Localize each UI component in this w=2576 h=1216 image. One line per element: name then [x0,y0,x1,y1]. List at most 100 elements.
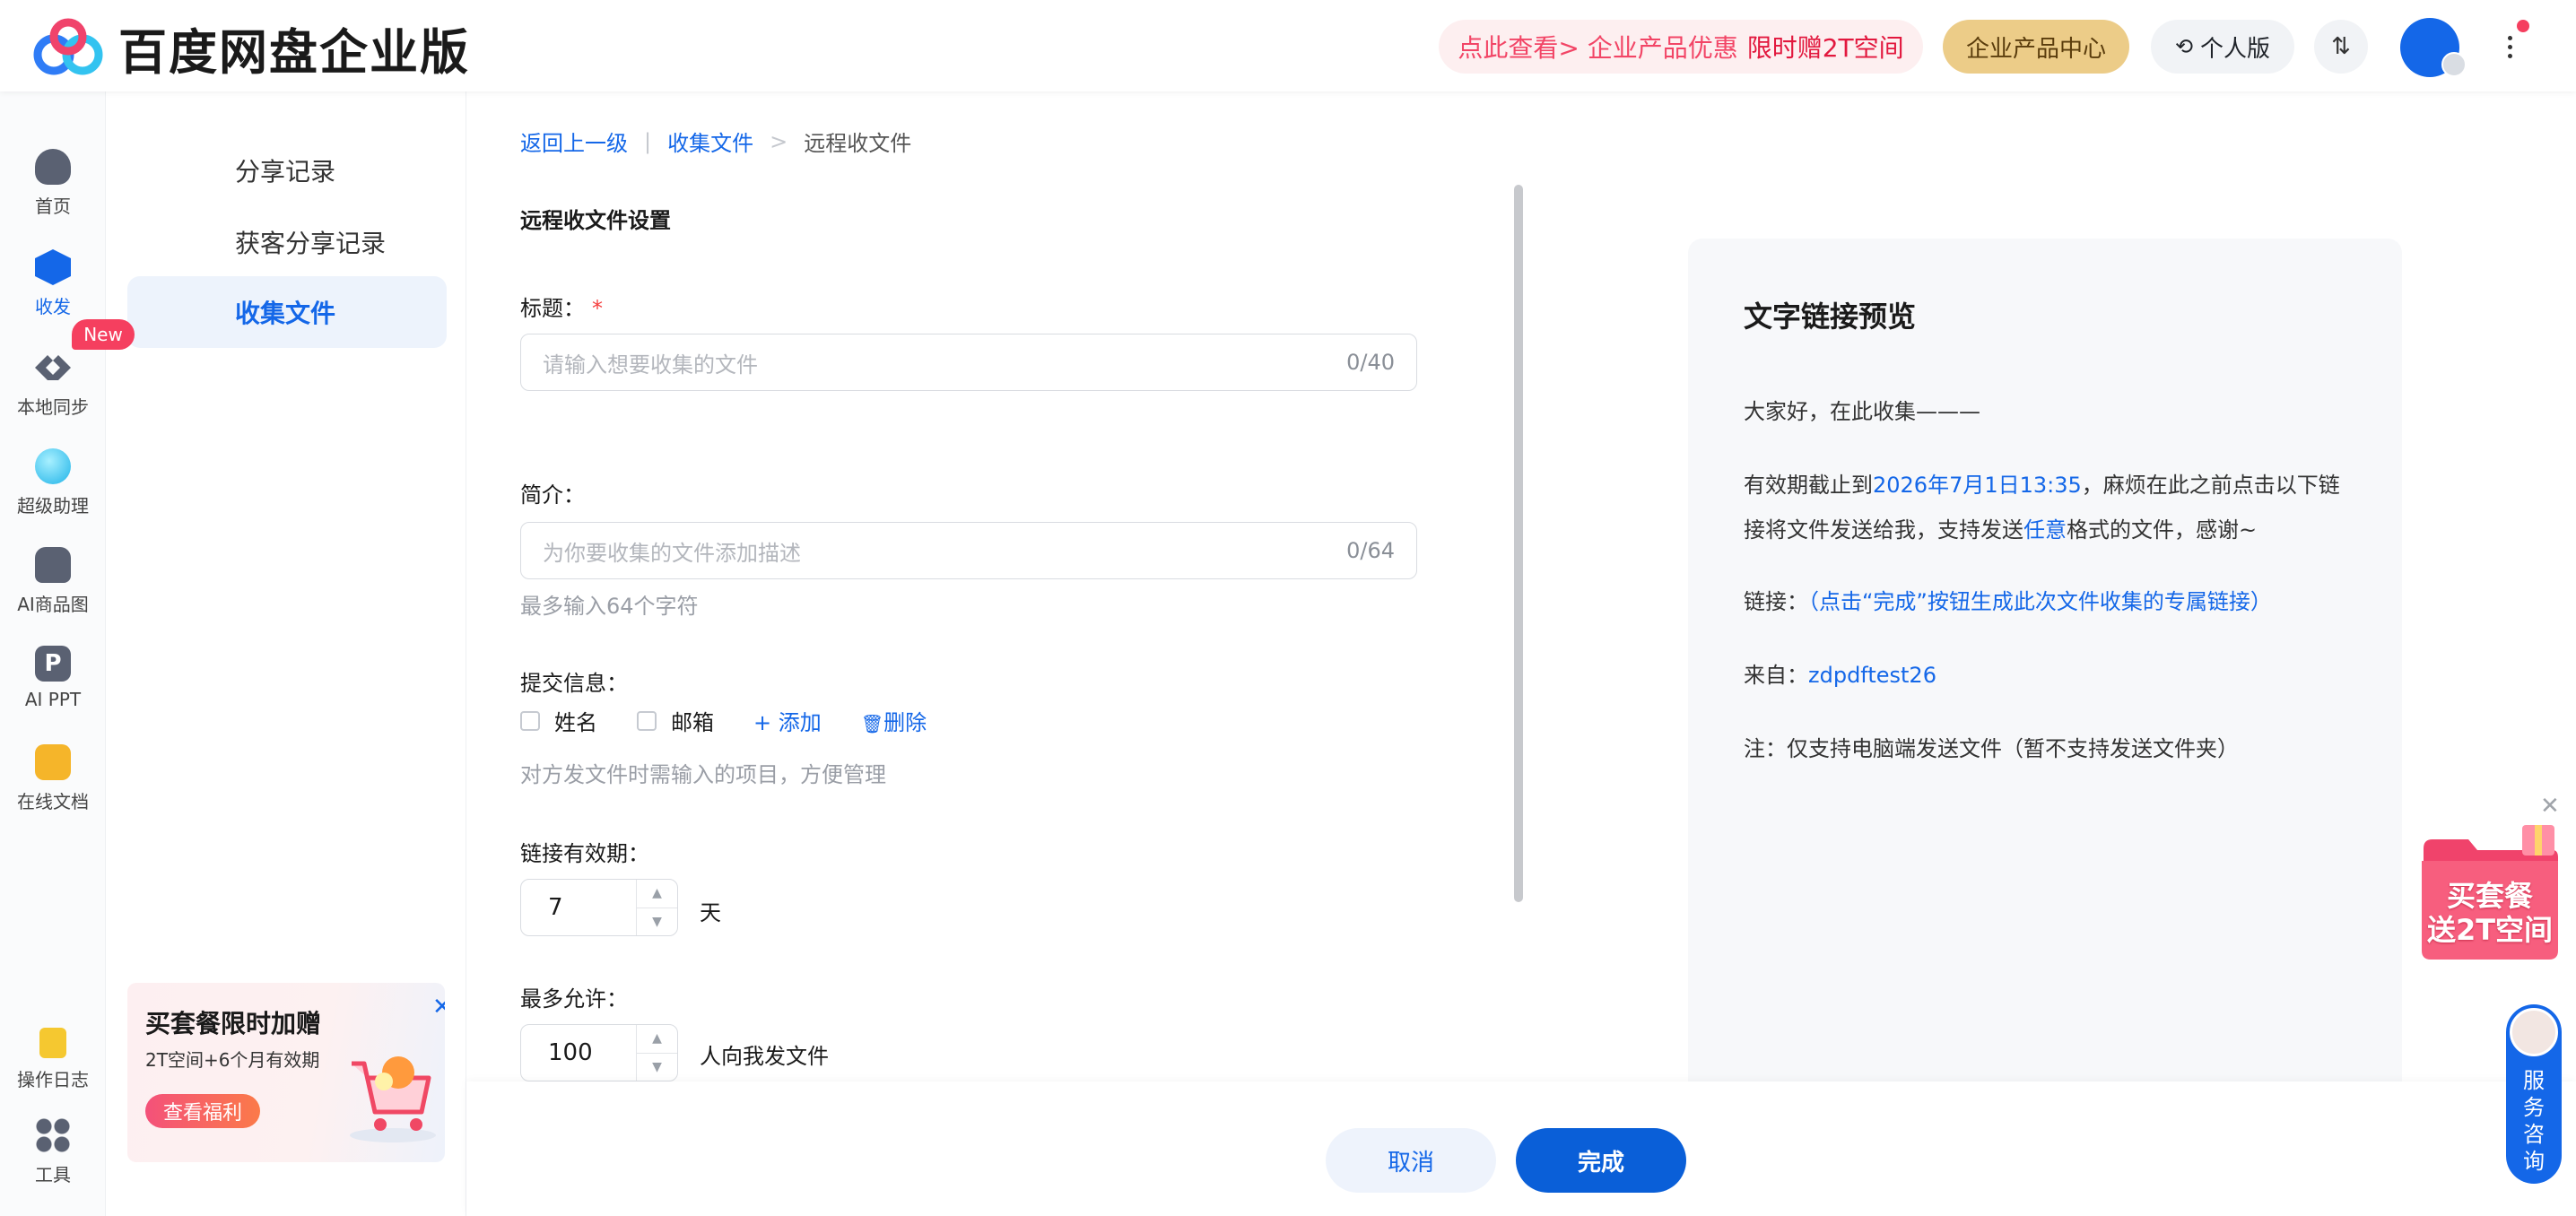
float-promo-line1: 买套餐 [2446,879,2533,913]
promo-card[interactable]: 买套餐限时加赠 2T空间+6个月有效期 查看福利 ✕ [127,983,445,1162]
increment-arrow-icon[interactable]: ▲ [637,880,677,908]
name-checkbox[interactable]: 姓名 [520,705,597,736]
promo-card-subtitle: 2T空间+6个月有效期 [145,1049,320,1071]
preview-expiry-line2-suffix: 格式的文件，感谢~ [2067,517,2258,543]
email-checkbox[interactable]: 邮箱 [637,705,714,736]
name-checkbox-label: 姓名 [554,710,597,735]
breadcrumb-parent-link[interactable]: 收集文件 [667,126,753,157]
expiry-stepper[interactable]: 7 ▲ ▼ [520,879,678,936]
decrement-arrow-icon[interactable]: ▼ [637,908,677,936]
title-field-label: 标题： * [520,291,603,322]
promo-banner-text: 点此查看> 企业产品优惠 [1458,33,1738,63]
transfer-icon [35,249,71,285]
increment-arrow-icon[interactable]: ▲ [637,1025,677,1054]
promo-card-close-icon[interactable]: ✕ [432,994,445,1021]
assistant-icon [35,448,71,484]
description-input[interactable]: 为你要收集的文件添加描述 0/64 [520,522,1417,579]
form-scrollbar[interactable] [1514,185,1523,902]
max-senders-value[interactable]: 100 [521,1025,636,1081]
promo-banner-hot: 限时赠2T空间 [1746,33,1904,63]
preview-from-label: 来自： [1744,663,1808,688]
promo-card-title: 买套餐限时加赠 [145,1009,322,1038]
preview-greeting: 大家好，在此收集——— [1744,399,1980,424]
promo-card-cta-button[interactable]: 查看福利 [145,1094,260,1128]
sub-item-share-records[interactable]: 分享记录 [127,135,447,206]
shopping-cart-icon [350,1056,436,1142]
left-nav: 首页 收发 本地同步 超级助理 AI商品图 P AI PPT 在线文档 操作日志… [0,91,106,1216]
preview-from-user: zdpdftest26 [1808,663,1936,688]
expiry-label: 链接有效期： [520,841,649,866]
nav-label: 在线文档 [17,791,89,812]
description-input-placeholder: 为你要收集的文件添加描述 [543,540,801,566]
max-senders-label: 最多允许： [520,986,628,1012]
switch-icon: ⟲ [2174,34,2194,59]
submit-info-label: 提交信息： [520,671,628,696]
sync-icon [35,355,71,380]
preview-link: 链接：（点击“完成”按钮生成此次文件收集的专属链接） [1744,579,2371,624]
nav-item-transfer[interactable]: 收发 [0,249,106,318]
log-icon [39,1028,66,1058]
nav-item-ai-image[interactable]: AI商品图 [0,547,106,616]
delete-field-button[interactable]: 🗑删除 [861,705,927,736]
email-checkbox-label: 邮箱 [671,710,714,735]
decrement-arrow-icon[interactable]: ▼ [637,1054,677,1081]
nav-label: 首页 [35,195,71,217]
nav-item-assistant[interactable]: 超级助理 [0,448,106,517]
float-promo[interactable]: 买套餐 送2T空间 [2418,825,2562,960]
checkbox-box[interactable] [637,710,657,731]
nav-label: 超级助理 [17,495,89,517]
title-input[interactable]: 请输入想要收集的文件 0/40 [520,334,1417,391]
more-menu-button[interactable] [2501,27,2519,66]
stepper-arrows: ▲ ▼ [636,880,677,935]
float-promo-close-icon[interactable]: ✕ [2540,793,2560,820]
stepper-arrows: ▲ ▼ [636,1025,677,1081]
nav-label: 工具 [35,1164,71,1186]
service-agent-avatar [2510,1008,2558,1056]
expiry-value[interactable]: 7 [521,880,636,935]
nav-item-local-sync[interactable]: 本地同步 [0,350,106,419]
form-section-title: 远程收文件设置 [520,208,671,233]
transfer-list-button[interactable]: ⇅ [2314,20,2368,74]
sub-item-collect-files[interactable]: 收集文件 [127,276,447,348]
docs-icon [35,744,71,780]
personal-edition-button[interactable]: ⟲ 个人版 [2151,20,2294,74]
preview-expiry-date: 2026年7月1日13:35 [1873,473,2082,498]
max-senders-stepper[interactable]: 100 ▲ ▼ [520,1024,678,1081]
top-header: 百度网盘企业版 点此查看> 企业产品优惠 限时赠2T空间 企业产品中心 ⟲ 个人… [0,0,2576,91]
preview-expiry: 有效期截止到2026年7月1日13:35，麻烦在此之前点击以下链 接将文件发送给… [1744,463,2371,552]
add-field-button[interactable]: + 添加 [753,705,822,736]
customer-service-button[interactable]: 服务咨询 [2506,1004,2562,1184]
verified-badge-icon [2441,52,2467,77]
description-input-counter: 0/64 [1346,538,1395,563]
promo-banner[interactable]: 点此查看> 企业产品优惠 限时赠2T空间 [1439,20,1923,74]
required-mark: * [592,296,603,321]
preview-title: 文字链接预览 [1744,300,1917,334]
notification-dot [2517,20,2529,32]
more-dot-icon [2507,44,2512,49]
trash-icon: 🗑 [860,713,884,734]
breadcrumb-back-link[interactable]: 返回上一级 [520,126,628,157]
enterprise-center-button[interactable]: 企业产品中心 [1943,20,2129,74]
preview-any-format: 任意 [2023,517,2067,543]
done-button[interactable]: 完成 [1516,1128,1686,1193]
app-title: 百度网盘企业版 [118,24,470,81]
sub-nav: 分享记录 获客分享记录 收集文件 买套餐限时加赠 2T空间+6个月有效期 查看福… [106,91,466,1216]
nav-label: 本地同步 [17,396,89,418]
preview-expiry-line2-prefix: 接将文件发送给我，支持发送 [1744,517,2023,543]
submit-info-options: 姓名 邮箱 + 添加 🗑删除 [520,705,927,736]
nav-item-online-docs[interactable]: 在线文档 [0,744,106,813]
app-logo[interactable]: 百度网盘企业版 [30,13,470,83]
ppt-icon: P [35,646,71,682]
cancel-button[interactable]: 取消 [1326,1128,1496,1193]
nav-label: AI商品图 [17,594,89,615]
title-input-placeholder: 请输入想要收集的文件 [543,352,758,378]
nav-item-ai-ppt[interactable]: P AI PPT [0,646,106,710]
sub-item-lead-share-records[interactable]: 获客分享记录 [127,206,447,278]
nav-label: AI PPT [24,689,82,710]
nav-item-tools[interactable]: 工具 [0,1117,106,1186]
checkbox-box[interactable] [520,710,540,731]
float-promo-text: 买套餐 送2T空间 [2418,879,2562,947]
nav-item-operation-log[interactable]: 操作日志 [0,1028,106,1091]
nav-item-home[interactable]: 首页 [0,149,106,218]
breadcrumb: 返回上一级 | 收集文件 > 远程收文件 [520,126,911,157]
